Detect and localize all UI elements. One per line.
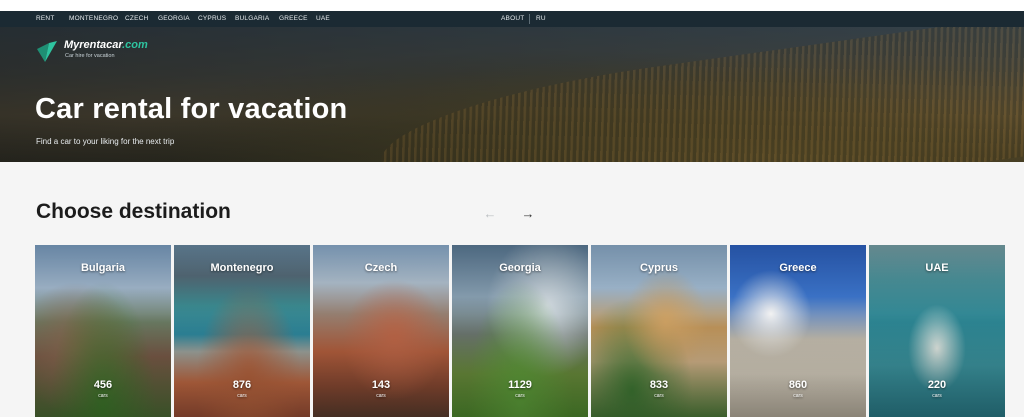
hero-subtitle: Find a car to your liking for the next t… [36,137,175,146]
nav-item-uae[interactable]: UAE [316,11,330,27]
card-title: Cyprus [640,262,678,274]
nav-item-greece[interactable]: GREECE [279,11,308,27]
hero-title: Car rental for vacation [35,93,348,125]
card-count-unit: cars [376,393,386,399]
destinations-section: Choose destination ← → Bulgaria 456 cars… [0,162,1024,417]
card-count-unit: cars [932,393,942,399]
destination-card-georgia[interactable]: Georgia 1129 cars [452,245,588,417]
card-count-unit: cars [98,393,108,399]
card-title: Czech [364,262,398,274]
hero-background-field [373,27,1024,162]
destination-card-cyprus[interactable]: Cyprus 833 cars [591,245,727,417]
card-car-count: 833 [649,379,669,391]
card-title: UAE [925,262,949,274]
arrow-left-icon[interactable]: ← [482,206,498,222]
nav-item-about[interactable]: ABOUT [501,11,524,27]
language-switch[interactable]: RU [536,11,546,27]
card-count-unit: cars [654,393,664,399]
card-car-count: 220 [927,379,947,391]
destination-card-montenegro[interactable]: Montenegro 876 cars [174,245,310,417]
card-car-count: 1129 [508,379,532,391]
destination-carousel: Bulgaria 456 cars Montenegro 876 cars Cz… [35,245,1005,417]
paper-plane-logo-icon[interactable] [35,40,59,64]
card-title: Bulgaria [80,262,125,274]
destination-card-uae[interactable]: UAE 220 cars [869,245,1005,417]
nav-divider [529,14,530,24]
top-strip [0,0,1024,11]
arrow-right-icon[interactable]: → [520,206,536,222]
card-car-count: 876 [232,379,252,391]
nav-item-georgia[interactable]: GEORGIA [158,11,190,27]
card-title: Montenegro [210,262,274,274]
nav-item-czech[interactable]: CZECH [125,11,148,27]
card-count-unit: cars [793,393,803,399]
card-title: Greece [779,262,817,274]
card-count-unit: cars [515,393,525,399]
card-car-count: 143 [371,379,391,391]
nav-item-cyprus[interactable]: CYPRUS [198,11,226,27]
card-title: Georgia [499,262,541,274]
top-navbar: RENT MONTENEGRO CZECH GEORGIA CYPRUS BUL… [0,11,1024,27]
section-title: Choose destination [36,200,231,223]
nav-item-bulgaria[interactable]: BULGARIA [235,11,269,27]
destination-card-czech[interactable]: Czech 143 cars [313,245,449,417]
card-count-unit: cars [237,393,247,399]
nav-item-rent[interactable]: RENT [36,11,55,27]
brand-tagline: Car hire for vacation [65,53,115,59]
brand-domain: .com [122,39,148,51]
brand-logo[interactable]: Myrentacar.com [64,39,148,51]
card-car-count: 860 [788,379,808,391]
card-car-count: 456 [93,379,113,391]
destination-card-bulgaria[interactable]: Bulgaria 456 cars [35,245,171,417]
nav-item-montenegro[interactable]: MONTENEGRO [69,11,118,27]
brand-name: Myrentacar [64,39,123,51]
destination-card-greece[interactable]: Greece 860 cars [730,245,866,417]
